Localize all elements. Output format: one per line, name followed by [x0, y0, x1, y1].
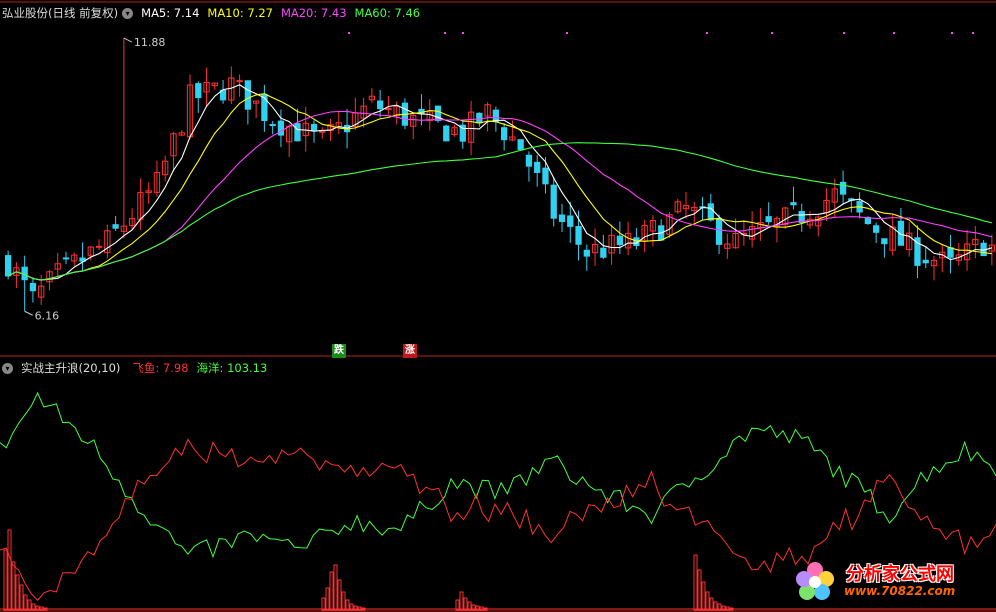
rise-badge: 涨: [403, 344, 417, 358]
candle-body: [600, 247, 607, 258]
high-marker-line: [123, 37, 133, 43]
candle-body: [583, 249, 590, 257]
candle-body: [517, 139, 524, 150]
indicator-header: ▾ 实战主升浪(20,10) 飞鱼: 7.98 海洋: 103.13: [2, 360, 275, 376]
histogram-bar: [329, 571, 334, 611]
site-logo: 分析家公式网 www.70822.com: [790, 558, 990, 604]
signal-dot: [972, 32, 974, 34]
candle-body: [881, 238, 888, 245]
chart-title: 弘业股份(日线 前复权): [2, 6, 119, 20]
signal-dots: [348, 32, 974, 34]
indicator-title: 实战主升浪(20,10): [21, 361, 121, 375]
candle-body: [839, 181, 847, 195]
candle-body: [558, 214, 566, 222]
candle-body: [922, 259, 929, 264]
ma-line-ma60: [7, 142, 993, 281]
ma-line-ma20: [7, 110, 993, 281]
candle-body: [319, 130, 326, 133]
candle-body: [567, 215, 574, 227]
histogram-bar: [19, 584, 24, 611]
candle-body: [112, 224, 119, 229]
histogram-bar: [463, 597, 468, 611]
histogram-bar: [15, 574, 20, 611]
histogram-bar: [325, 587, 330, 611]
signal-dot: [843, 32, 845, 34]
feiyu-readout: 飞鱼: 7.98: [132, 361, 189, 375]
chart-grid: [0, 1, 996, 612]
histogram-bar: [7, 529, 12, 611]
low-marker-line: [24, 310, 33, 316]
stock-chart[interactable]: 11.88 6.16: [0, 0, 996, 612]
signal-dot: [462, 32, 464, 34]
signal-dot: [348, 32, 350, 34]
histogram-bar: [11, 561, 16, 611]
histogram-bar: [697, 569, 702, 611]
candle-body: [385, 108, 392, 111]
signal-dot: [771, 32, 773, 34]
histogram-bar: [333, 564, 338, 611]
low-price-label: 6.16: [35, 309, 60, 322]
candle-body: [765, 216, 772, 223]
candle-body: [947, 247, 954, 258]
histogram-bar: [459, 591, 464, 611]
candlesticks: [4, 38, 996, 312]
candle-body: [790, 202, 797, 206]
ma20-readout: MA20: 7.43: [280, 6, 347, 20]
candle-body: [534, 161, 541, 173]
candle-body: [95, 245, 103, 248]
histogram-bar: [321, 597, 326, 611]
fall-badge: 跌: [332, 344, 346, 358]
logo-name: 分析家公式网: [846, 564, 954, 585]
histogram-bar: [341, 591, 346, 611]
candle-body: [616, 235, 624, 246]
haiyang-line: [0, 391, 996, 559]
signal-dot: [444, 32, 446, 34]
candle-body: [4, 255, 12, 277]
flower-icon: [796, 562, 834, 600]
histogram-bar: [705, 591, 710, 611]
candle-body: [550, 184, 557, 219]
signal-dot: [893, 32, 895, 34]
candle-body: [269, 124, 276, 127]
candle-body: [715, 217, 723, 245]
signal-dot: [951, 32, 953, 34]
candle-body: [294, 123, 301, 142]
haiyang-readout: 海洋: 103.13: [196, 361, 268, 375]
histogram-bar: [3, 549, 8, 611]
ma5-readout: MA5: 7.14: [141, 6, 200, 20]
candle-body: [277, 120, 285, 136]
candle-body: [29, 282, 37, 292]
signal-dot: [566, 32, 568, 34]
candle-body: [542, 167, 549, 185]
candle-body: [244, 80, 252, 110]
candle-body: [500, 127, 508, 141]
candle-body: [575, 226, 582, 245]
settings-icon[interactable]: ▾: [2, 362, 13, 374]
candle-body: [195, 83, 202, 99]
ma10-readout: MA10: 7.27: [207, 6, 273, 20]
histogram-bar: [709, 597, 714, 611]
candle-body: [872, 225, 880, 233]
candle-body: [62, 257, 70, 260]
candle-body: [376, 100, 384, 110]
settings-icon[interactable]: ▾: [122, 7, 134, 19]
candle-body: [476, 112, 483, 124]
candle-body: [707, 203, 714, 221]
histogram-bar: [337, 579, 342, 611]
histogram-bar: [23, 594, 28, 611]
high-price-label: 11.88: [134, 36, 166, 49]
candle-body: [443, 125, 450, 142]
candle-body: [310, 123, 318, 132]
ma60-readout: MA60: 7.46: [354, 6, 421, 20]
logo-url: www.70822.com: [844, 584, 956, 598]
histogram-bar: [693, 554, 698, 611]
candle-body: [525, 154, 533, 167]
histogram-bar: [701, 581, 706, 611]
main-chart-header: 弘业股份(日线 前复权) ▾ MA5: 7.14 MA10: 7.27 MA20…: [2, 5, 428, 21]
signal-dot: [706, 32, 708, 34]
